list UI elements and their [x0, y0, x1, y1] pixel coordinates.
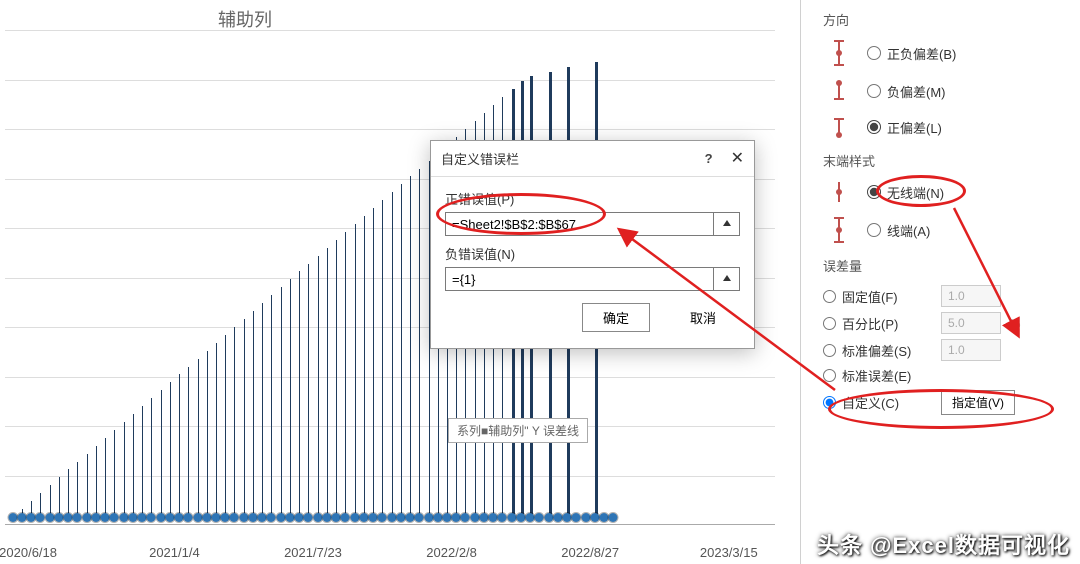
endstyle-section-label: 末端样式 [823, 151, 1068, 170]
endstyle-nocap-row[interactable]: 无线端(N) [823, 180, 1068, 204]
amount-sterr-radio[interactable] [823, 369, 836, 382]
dialog-titlebar[interactable]: 自定义错误栏 ? ✕ [431, 141, 754, 177]
watermark: 头条 @Excel数据可视化 [817, 528, 1070, 560]
negative-error-label: 负错误值(N) [445, 244, 740, 263]
cap-icon [832, 216, 846, 244]
amount-custom-label: 自定义(C) [842, 393, 899, 412]
direction-both-label: 正负偏差(B) [887, 44, 956, 63]
nocap-icon [832, 180, 846, 204]
x-label: 2020/6/18 [0, 545, 57, 560]
dialog-title-text: 自定义错误栏 [441, 149, 705, 168]
direction-plus-row[interactable]: 正偏差(L) [823, 115, 1068, 139]
amount-fixed-label: 固定值(F) [842, 287, 898, 306]
amount-fixed-input [941, 285, 1001, 307]
close-icon[interactable]: ✕ [731, 151, 744, 167]
both-icon [832, 39, 846, 67]
endstyle-cap-label: 线端(A) [887, 221, 930, 240]
amount-percent-row[interactable]: 百分比(P) % [823, 312, 1068, 334]
direction-plus-radio[interactable] [867, 120, 881, 134]
series-tooltip: 系列■辅助列" Y 误差线 [448, 418, 588, 443]
ok-button[interactable]: 确定 [582, 303, 650, 332]
negative-error-input[interactable] [445, 267, 714, 291]
amount-sterr-row[interactable]: 标准误差(E) [823, 366, 1068, 385]
custom-error-bars-dialog: 自定义错误栏 ? ✕ 正错误值(P) 负错误值(N) 确定 取消 [430, 140, 755, 349]
specify-value-button[interactable]: 指定值(V) [941, 390, 1015, 415]
amount-custom-radio[interactable] [823, 396, 836, 409]
direction-plus-label: 正偏差(L) [887, 118, 942, 137]
amount-stdev-label: 标准偏差(S) [842, 341, 911, 360]
direction-minus-row[interactable]: 负偏差(M) [823, 79, 1068, 103]
amount-fixed-radio[interactable] [823, 290, 836, 303]
endstyle-nocap-radio[interactable] [867, 185, 881, 199]
amount-percent-radio[interactable] [823, 317, 836, 330]
positive-error-label: 正错误值(P) [445, 189, 740, 208]
cancel-button[interactable]: 取消 [670, 303, 736, 332]
percent-unit: % [1009, 316, 1021, 331]
x-label: 2023/3/15 [700, 545, 758, 560]
amount-stdev-input [941, 339, 1001, 361]
amount-percent-label: 百分比(P) [842, 314, 898, 333]
format-error-bars-pane: 方向 正负偏差(B) 负偏差(M) 正偏差(L) 末端样式 无线端(N) 线端(… [800, 0, 1080, 564]
positive-error-input[interactable] [445, 212, 714, 236]
x-axis-labels: 2020/6/18 2021/1/4 2021/7/23 2022/2/8 20… [5, 540, 775, 560]
amount-fixed-row[interactable]: 固定值(F) [823, 285, 1068, 307]
amount-custom-row[interactable]: 自定义(C) 指定值(V) [823, 390, 1068, 415]
x-label: 2021/7/23 [284, 545, 342, 560]
direction-minus-label: 负偏差(M) [887, 82, 946, 101]
endstyle-cap-row[interactable]: 线端(A) [823, 216, 1068, 244]
endstyle-cap-radio[interactable] [867, 223, 881, 237]
direction-both-row[interactable]: 正负偏差(B) [823, 39, 1068, 67]
collapse-icon [721, 218, 733, 230]
chart-title: 辅助列 [218, 6, 272, 32]
plus-icon [832, 115, 846, 139]
direction-section-label: 方向 [823, 10, 1068, 29]
amount-stdev-radio[interactable] [823, 344, 836, 357]
x-label: 2022/8/27 [561, 545, 619, 560]
negative-range-picker-button[interactable] [714, 267, 740, 291]
x-label: 2022/2/8 [426, 545, 477, 560]
minus-icon [832, 79, 846, 103]
x-label: 2021/1/4 [149, 545, 200, 560]
help-icon[interactable]: ? [705, 151, 713, 166]
amount-section-label: 误差量 [823, 256, 1068, 275]
positive-range-picker-button[interactable] [714, 212, 740, 236]
direction-minus-radio[interactable] [867, 84, 881, 98]
amount-percent-input [941, 312, 1001, 334]
collapse-icon [721, 273, 733, 285]
amount-sterr-label: 标准误差(E) [842, 366, 911, 385]
direction-both-radio[interactable] [867, 46, 881, 60]
endstyle-nocap-label: 无线端(N) [887, 183, 944, 202]
amount-stdev-row[interactable]: 标准偏差(S) [823, 339, 1068, 361]
